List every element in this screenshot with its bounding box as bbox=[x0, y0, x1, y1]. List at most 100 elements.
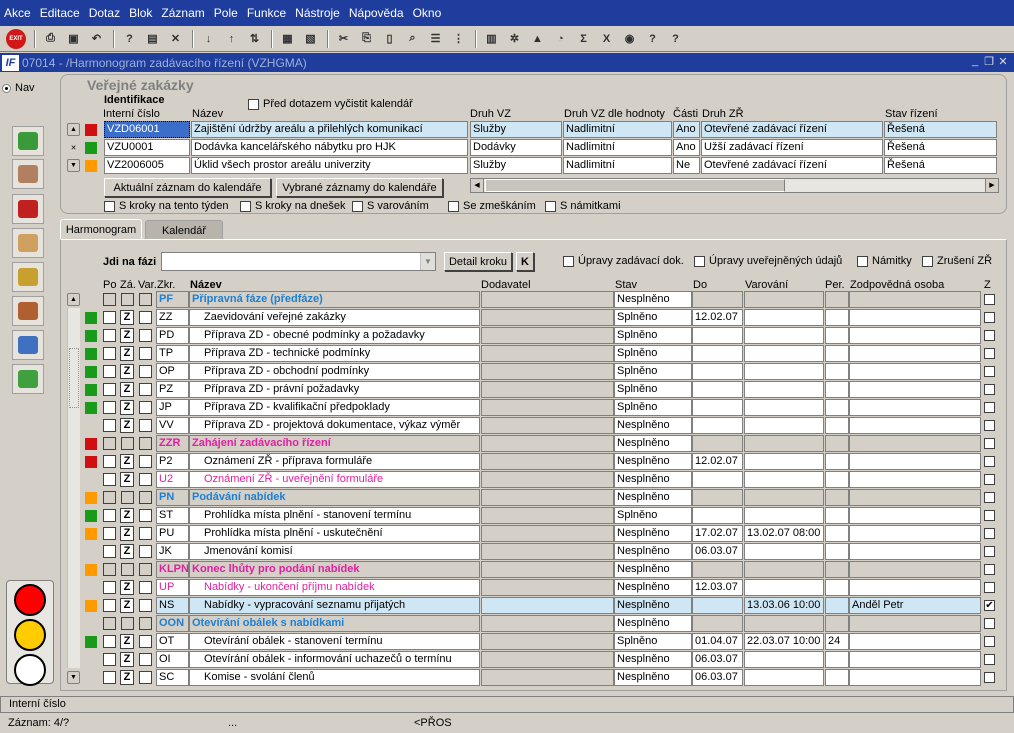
cut-icon[interactable]: ✂ bbox=[333, 29, 354, 49]
contract-druh_zr-field[interactable]: Otevřené zadávací řízení bbox=[701, 121, 883, 138]
zkr-cell[interactable]: OON bbox=[156, 615, 189, 632]
var-checkbox[interactable] bbox=[139, 383, 152, 396]
warning-cell[interactable] bbox=[744, 345, 824, 362]
responsible-cell[interactable] bbox=[849, 363, 981, 380]
responsible-cell[interactable] bbox=[849, 615, 981, 632]
menu-item-8[interactable]: Nápověda bbox=[349, 6, 404, 20]
z-checkbox[interactable] bbox=[984, 402, 995, 413]
due-cell[interactable] bbox=[692, 435, 743, 452]
za-checkbox[interactable] bbox=[121, 437, 134, 450]
za-z-box[interactable]: Z bbox=[120, 418, 134, 433]
clear-calendar-option[interactable]: Před dotazem vyčistit kalendář bbox=[248, 98, 413, 110]
warning-cell[interactable] bbox=[744, 543, 824, 560]
po-checkbox[interactable] bbox=[103, 599, 116, 612]
responsible-cell[interactable]: Anděl Petr bbox=[849, 597, 981, 614]
name-cell[interactable]: Příprava ZD - obchodní podmínky bbox=[189, 363, 480, 380]
sum-icon[interactable]: Σ bbox=[573, 29, 594, 49]
po-checkbox[interactable] bbox=[103, 401, 116, 414]
po-checkbox[interactable] bbox=[103, 473, 116, 486]
contract-hodnota-field[interactable]: Nadlimitní bbox=[563, 121, 672, 138]
due-cell[interactable]: 06.03.07 bbox=[692, 651, 743, 668]
responsible-cell[interactable] bbox=[849, 489, 981, 506]
responsible-cell[interactable] bbox=[849, 543, 981, 560]
nav-toggle[interactable]: Nav bbox=[2, 82, 52, 94]
z-checkbox[interactable] bbox=[984, 564, 995, 575]
state-cell[interactable]: Nesplněno bbox=[614, 543, 692, 560]
state-cell[interactable]: Nesplněno bbox=[614, 615, 692, 632]
close-icon[interactable]: ✕ bbox=[996, 55, 1010, 68]
var-checkbox[interactable] bbox=[139, 365, 152, 378]
zkr-cell[interactable]: UP bbox=[156, 579, 189, 596]
var-checkbox[interactable] bbox=[139, 581, 152, 594]
z-checkbox[interactable] bbox=[984, 294, 995, 305]
za-z-box[interactable]: Z bbox=[120, 382, 134, 397]
contract-druh-field[interactable]: Služby bbox=[470, 157, 562, 174]
zkr-cell[interactable]: PF bbox=[156, 291, 189, 308]
state-cell[interactable]: Nesplněno bbox=[614, 453, 692, 470]
warning-cell[interactable] bbox=[744, 453, 824, 470]
za-checkbox[interactable] bbox=[121, 563, 134, 576]
due-cell[interactable]: 01.04.07 bbox=[692, 633, 743, 650]
zkr-cell[interactable]: OT bbox=[156, 633, 189, 650]
supplier-cell[interactable] bbox=[481, 471, 614, 488]
help-icon[interactable]: ? bbox=[665, 29, 686, 49]
var-checkbox[interactable] bbox=[139, 617, 152, 630]
sort-multi-icon[interactable]: ⇅ bbox=[244, 29, 265, 49]
current-to-calendar-button[interactable]: Aktuální záznam do kalendáře bbox=[104, 178, 271, 197]
name-cell[interactable]: Prohlídka místa plnění - uskutečnění bbox=[189, 525, 480, 542]
option-checkbox[interactable] bbox=[857, 255, 868, 267]
warning-cell[interactable] bbox=[744, 327, 824, 344]
z-checkbox[interactable] bbox=[984, 546, 995, 557]
warning-cell[interactable] bbox=[744, 651, 824, 668]
zkr-cell[interactable]: VV bbox=[156, 417, 189, 434]
excel-icon[interactable]: X bbox=[596, 29, 617, 49]
name-cell[interactable]: Zahájení zadávacího řízení bbox=[189, 435, 480, 452]
due-cell[interactable] bbox=[692, 615, 743, 632]
warning-cell[interactable] bbox=[744, 435, 824, 452]
due-cell[interactable] bbox=[692, 381, 743, 398]
period-cell[interactable] bbox=[825, 381, 849, 398]
warning-cell[interactable] bbox=[744, 615, 824, 632]
copy-icon[interactable]: ⎘ bbox=[356, 29, 377, 49]
po-checkbox[interactable] bbox=[103, 383, 116, 396]
name-cell[interactable]: Příprava ZD - kvalifikační předpoklady bbox=[189, 399, 480, 416]
responsible-cell[interactable] bbox=[849, 507, 981, 524]
supplier-cell[interactable] bbox=[481, 363, 614, 380]
name-cell[interactable]: Přípravná fáze (předfáze) bbox=[189, 291, 480, 308]
zkr-cell[interactable]: SC bbox=[156, 669, 189, 686]
period-cell[interactable] bbox=[825, 507, 849, 524]
var-checkbox[interactable] bbox=[139, 491, 152, 504]
contract-nazev-field[interactable]: Zajištění údržby areálu a přilehlých kom… bbox=[191, 121, 468, 138]
step-detail-button[interactable]: Detail kroku bbox=[444, 252, 512, 271]
po-checkbox[interactable] bbox=[103, 455, 116, 468]
var-checkbox[interactable] bbox=[139, 401, 152, 414]
responsible-cell[interactable] bbox=[849, 309, 981, 326]
warning-cell[interactable] bbox=[744, 471, 824, 488]
state-cell[interactable]: Nesplněno bbox=[614, 597, 692, 614]
name-cell[interactable]: Otevírání obálek - stanovení termínu bbox=[189, 633, 480, 650]
chart-icon[interactable]: ◔ bbox=[550, 29, 571, 49]
contract-druh-field[interactable]: Dodávky bbox=[470, 139, 562, 156]
zkr-cell[interactable]: ZZ bbox=[156, 309, 189, 326]
state-cell[interactable]: Nesplněno bbox=[614, 417, 692, 434]
money-icon[interactable] bbox=[12, 126, 44, 156]
tree-icon[interactable]: ⋮ bbox=[448, 29, 469, 49]
po-checkbox[interactable] bbox=[103, 311, 116, 324]
filter-checkbox[interactable] bbox=[352, 200, 363, 212]
name-cell[interactable]: Jmenování komisí bbox=[189, 543, 480, 560]
zkr-cell[interactable]: PU bbox=[156, 525, 189, 542]
responsible-cell[interactable] bbox=[849, 651, 981, 668]
warning-cell[interactable] bbox=[744, 669, 824, 686]
var-checkbox[interactable] bbox=[139, 293, 152, 306]
due-cell[interactable] bbox=[692, 417, 743, 434]
filter-option[interactable]: S kroky na tento týden bbox=[104, 200, 228, 212]
menu-item-3[interactable]: Blok bbox=[129, 6, 152, 20]
state-cell[interactable]: Nesplněno bbox=[614, 651, 692, 668]
responsible-cell[interactable] bbox=[849, 633, 981, 650]
z-checkbox[interactable]: ✔ bbox=[984, 600, 995, 611]
responsible-cell[interactable] bbox=[849, 579, 981, 596]
report-icon[interactable]: ▧ bbox=[300, 29, 321, 49]
due-cell[interactable] bbox=[692, 399, 743, 416]
za-z-box[interactable]: Z bbox=[120, 526, 134, 541]
za-z-box[interactable]: Z bbox=[120, 346, 134, 361]
